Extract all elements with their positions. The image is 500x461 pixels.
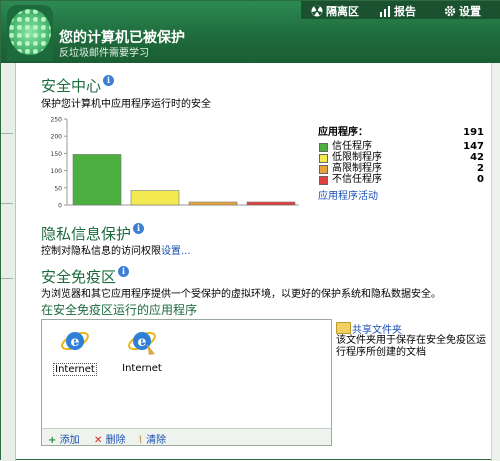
app-label: Internet bbox=[122, 363, 162, 374]
security-center-heading: 安全中心 i bbox=[41, 75, 115, 96]
privacy-heading: 隐私信息保护 i bbox=[41, 223, 145, 244]
vertical-scrollbar[interactable] bbox=[491, 63, 500, 461]
privacy-settings-link[interactable]: 设置... bbox=[161, 246, 191, 257]
delete-button[interactable]: ✕ 删除 bbox=[94, 431, 126, 446]
info-icon[interactable]: i bbox=[103, 75, 115, 86]
report-button[interactable]: 报告 bbox=[379, 3, 416, 19]
svg-text:e: e bbox=[71, 334, 80, 350]
info-icon[interactable]: i bbox=[118, 266, 130, 277]
clear-button[interactable]: ⌇ 清除 bbox=[138, 431, 166, 446]
red-swatch-icon bbox=[319, 176, 328, 185]
sandbox-apps-heading: 在安全免疫区运行的应用程序 bbox=[41, 303, 198, 317]
sandbox-toolbar: + 添加 ✕ 删除 ⌇ 清除 bbox=[42, 428, 331, 446]
app-window: 您的计算机已被保护 反垃圾邮件需要学习 隔离区 报告 设置 安全中心 i 保护您计… bbox=[0, 0, 500, 461]
bar-2 bbox=[188, 201, 238, 206]
svg-text:e: e bbox=[138, 334, 147, 350]
left-nav-strip bbox=[1, 63, 16, 461]
bar-1 bbox=[130, 190, 180, 206]
ie-icon: e bbox=[61, 331, 89, 351]
app-label: Internet bbox=[53, 363, 97, 376]
privacy-desc: 控制对隐私信息的访问权限设置... bbox=[41, 246, 191, 257]
sandbox-apps-list[interactable]: e Internet e Internet + 添加 ✕ 删除 ⌇ 清除 bbox=[41, 319, 332, 446]
y-tick-label: 250 bbox=[51, 117, 63, 124]
broom-icon: ⌇ bbox=[138, 435, 143, 446]
legend-title: 应用程序： bbox=[318, 127, 368, 138]
settings-label: 设置 bbox=[459, 5, 481, 18]
legend-item-high-restricted: 高限制程序 2 bbox=[318, 163, 484, 174]
add-button[interactable]: + 添加 bbox=[48, 431, 80, 446]
shared-folder-link[interactable]: 共享文件夹 bbox=[352, 321, 402, 336]
orange-swatch-icon bbox=[319, 165, 328, 174]
bar-chart-icon bbox=[380, 6, 390, 17]
ie-broom-icon: e bbox=[128, 331, 156, 355]
legend-item-untrusted: 不信任程序 0 bbox=[318, 174, 484, 185]
sandbox-app-internet[interactable]: e Internet bbox=[50, 326, 100, 376]
quarantine-label: 隔离区 bbox=[326, 5, 359, 18]
top-toolbar: 隔离区 报告 设置 bbox=[301, 1, 500, 19]
green-swatch-icon bbox=[319, 143, 328, 152]
plus-icon: + bbox=[48, 435, 57, 446]
y-tick-label: 50 bbox=[54, 185, 62, 192]
yellow-swatch-icon bbox=[319, 154, 328, 163]
legend-item-trusted: 信任程序 147 bbox=[318, 141, 484, 152]
x-icon: ✕ bbox=[94, 435, 103, 446]
bar-0 bbox=[72, 154, 122, 206]
legend-total: 191 bbox=[463, 127, 484, 138]
y-tick-label: 150 bbox=[51, 151, 63, 158]
y-tick-label: 200 bbox=[51, 134, 63, 141]
info-icon[interactable]: i bbox=[133, 223, 145, 234]
logo-icon bbox=[7, 5, 53, 61]
shared-folder-desc: 该文件夹用于保存在安全免疫区运行程序所创建的文档 bbox=[336, 335, 486, 358]
sandbox-app-internet[interactable]: e Internet bbox=[117, 326, 167, 374]
settings-button[interactable]: 设置 bbox=[444, 3, 481, 19]
sandbox-desc: 为浏览器和其它应用程序提供一个受保护的虚拟环境，以更好的保护系统和隐私数据安全。 bbox=[41, 289, 441, 300]
sandbox-heading: 安全免疫区 i bbox=[41, 266, 130, 287]
report-label: 报告 bbox=[394, 5, 416, 18]
bar-3 bbox=[246, 201, 296, 206]
y-tick-label: 0 bbox=[58, 203, 62, 210]
y-tick-label: 100 bbox=[51, 168, 63, 175]
quarantine-button[interactable]: 隔离区 bbox=[311, 3, 359, 19]
gear-icon bbox=[444, 5, 456, 17]
chart-legend: 应用程序： 191 信任程序 147 低限制程序 42 高限制程序 2 不信任程序 0 … bbox=[318, 127, 484, 202]
application-activity-link[interactable]: 应用程序活动 bbox=[318, 191, 378, 202]
security-center-desc: 保护您计算机中应用程序运行时的安全 bbox=[41, 99, 211, 110]
applications-bar-chart: 0 50 100 150 200 250 bbox=[51, 117, 299, 210]
radiation-icon bbox=[311, 5, 323, 17]
folder-icon bbox=[336, 322, 351, 334]
status-subtitle: 反垃圾邮件需要学习 bbox=[59, 48, 149, 59]
legend-item-low-restricted: 低限制程序 42 bbox=[318, 152, 484, 163]
